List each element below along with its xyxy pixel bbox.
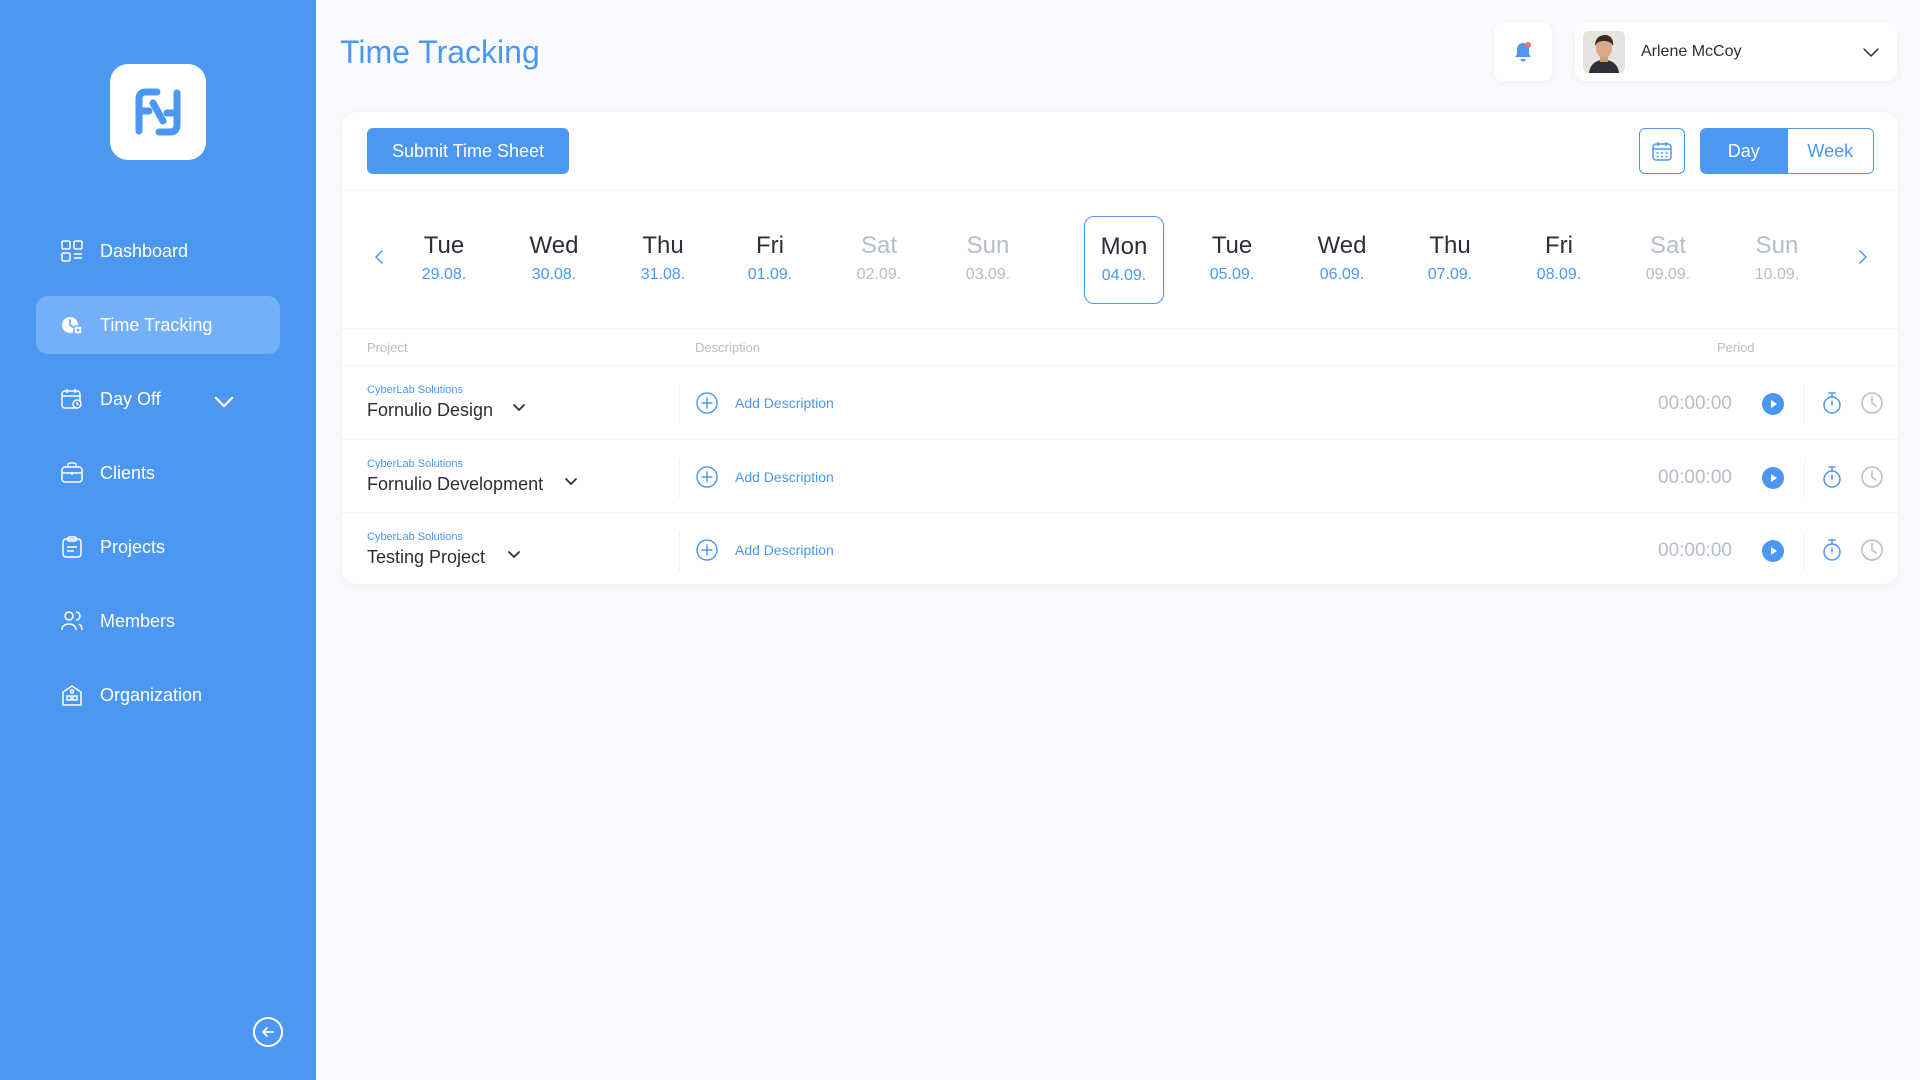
divider <box>342 190 1898 191</box>
play-icon[interactable] <box>1761 392 1785 416</box>
timer-value: 00:00:00 <box>1658 393 1732 414</box>
column-header-project: Project <box>367 340 408 355</box>
client-name: CyberLab Solutions <box>367 531 464 543</box>
time-tracking-card: Submit Time Sheet Day Week Tue 29.08. Wed… <box>342 112 1898 584</box>
chevron-down-icon <box>1863 48 1879 57</box>
calendar-button[interactable] <box>1639 128 1685 174</box>
day-item[interactable]: Wed 06.09. <box>1302 216 1382 304</box>
column-header-description: Description <box>695 340 761 355</box>
divider <box>679 458 680 498</box>
plus-circle-icon[interactable] <box>695 538 719 562</box>
calendar-icon <box>1652 142 1672 161</box>
table-row: CyberLab Solutions Testing Project Add D… <box>342 513 1898 586</box>
add-description-link[interactable]: Add Description <box>735 542 834 558</box>
sidebar-item-members[interactable]: Members <box>36 592 280 650</box>
time-tracking-icon <box>62 317 83 335</box>
day-item[interactable]: Sun 03.09. <box>948 216 1028 304</box>
divider <box>679 384 680 424</box>
sidebar-item-label: Clients <box>100 462 156 483</box>
clock-icon[interactable] <box>1860 391 1884 415</box>
sidebar-item-organization[interactable]: Organization <box>36 666 280 724</box>
chevron-right-icon[interactable] <box>1852 247 1872 267</box>
divider <box>1804 384 1805 424</box>
clock-icon[interactable] <box>1860 465 1884 489</box>
day-item[interactable]: Thu 07.09. <box>1410 216 1490 304</box>
plus-circle-icon[interactable] <box>695 391 719 415</box>
user-menu[interactable]: Arlene McCoy <box>1575 23 1897 81</box>
project-name: Fornulio Development <box>367 474 544 494</box>
project-name: Fornulio Design <box>367 400 494 420</box>
timer-value: 00:00:00 <box>1658 540 1732 561</box>
user-name: Arlene McCoy <box>1641 43 1742 60</box>
fornulio-logo-icon[interactable] <box>110 64 206 160</box>
arrow-left-circle-icon[interactable] <box>253 1017 283 1047</box>
day-item[interactable]: Wed 30.08. <box>514 216 594 304</box>
users-icon <box>61 611 83 631</box>
divider <box>679 531 680 571</box>
add-description-link[interactable]: Add Description <box>735 395 834 411</box>
view-week-button[interactable]: Week <box>1786 129 1873 173</box>
day-item[interactable]: Sun 10.09. <box>1737 216 1817 304</box>
sidebar-item-projects[interactable]: Projects <box>36 518 280 576</box>
sidebar-item-label: Dashboard <box>100 240 189 261</box>
client-name: CyberLab Solutions <box>367 458 464 470</box>
chevron-left-icon[interactable] <box>370 247 390 267</box>
day-item[interactable]: Fri 08.09. <box>1519 216 1599 304</box>
page-title: Time Tracking <box>340 34 540 70</box>
divider <box>1804 531 1805 571</box>
submit-time-sheet-button[interactable]: Submit Time Sheet <box>367 128 569 174</box>
day-item-selected[interactable]: Mon 04.09. <box>1084 216 1164 304</box>
sidebar: Dashboard Time Tracking Day Off Clients … <box>0 0 316 1080</box>
clock-icon[interactable] <box>1860 538 1884 562</box>
building-icon <box>62 685 82 706</box>
day-item[interactable]: Tue 29.08. <box>404 216 484 304</box>
plus-circle-icon[interactable] <box>695 465 719 489</box>
play-icon[interactable] <box>1761 539 1785 563</box>
column-header-period: Period <box>1717 340 1755 355</box>
add-description-link[interactable]: Add Description <box>735 469 834 485</box>
client-name: CyberLab Solutions <box>367 384 464 396</box>
clipboard-icon <box>62 536 82 558</box>
sidebar-item-label: Time Tracking <box>100 314 213 335</box>
sidebar-item-day-off[interactable]: Day Off <box>36 370 280 428</box>
notification-button[interactable] <box>1494 23 1552 81</box>
dashboard-icon <box>61 240 83 262</box>
table-row: CyberLab Solutions Fornulio Design Add D… <box>342 366 1898 439</box>
bell-icon <box>1515 42 1531 62</box>
table-row: CyberLab Solutions Fornulio Development … <box>342 440 1898 513</box>
sidebar-nav: Dashboard Time Tracking Day Off Clients … <box>36 222 280 740</box>
chevron-down-icon[interactable] <box>562 472 580 490</box>
sidebar-item-clients[interactable]: Clients <box>36 444 280 502</box>
day-item[interactable]: Sat 09.09. <box>1628 216 1708 304</box>
day-item[interactable]: Sat 02.09. <box>839 216 919 304</box>
avatar <box>1583 31 1625 73</box>
divider <box>342 328 1898 329</box>
briefcase-icon <box>61 462 83 483</box>
sidebar-item-label: Day Off <box>100 388 161 409</box>
stopwatch-icon[interactable] <box>1820 538 1844 562</box>
day-item[interactable]: Tue 05.09. <box>1192 216 1272 304</box>
sidebar-item-dashboard[interactable]: Dashboard <box>36 222 280 280</box>
timer-value: 00:00:00 <box>1658 467 1732 488</box>
view-toggle: Day Week <box>1700 128 1874 174</box>
chevron-down-icon[interactable] <box>505 545 523 563</box>
sidebar-item-label: Organization <box>100 684 203 705</box>
stopwatch-icon[interactable] <box>1820 391 1844 415</box>
chevron-down-icon[interactable] <box>212 390 236 414</box>
divider <box>1804 458 1805 498</box>
play-icon[interactable] <box>1761 466 1785 490</box>
day-item[interactable]: Thu 31.08. <box>623 216 703 304</box>
sidebar-item-time-tracking[interactable]: Time Tracking <box>36 296 280 354</box>
sidebar-item-label: Projects <box>100 536 166 557</box>
project-name: Testing Project <box>367 547 486 567</box>
sidebar-item-label: Members <box>100 610 176 631</box>
stopwatch-icon[interactable] <box>1820 465 1844 489</box>
view-day-button[interactable]: Day <box>1701 129 1787 173</box>
calendar-day-off-icon <box>61 389 82 409</box>
chevron-down-icon[interactable] <box>510 398 528 416</box>
day-item[interactable]: Fri 01.09. <box>730 216 810 304</box>
